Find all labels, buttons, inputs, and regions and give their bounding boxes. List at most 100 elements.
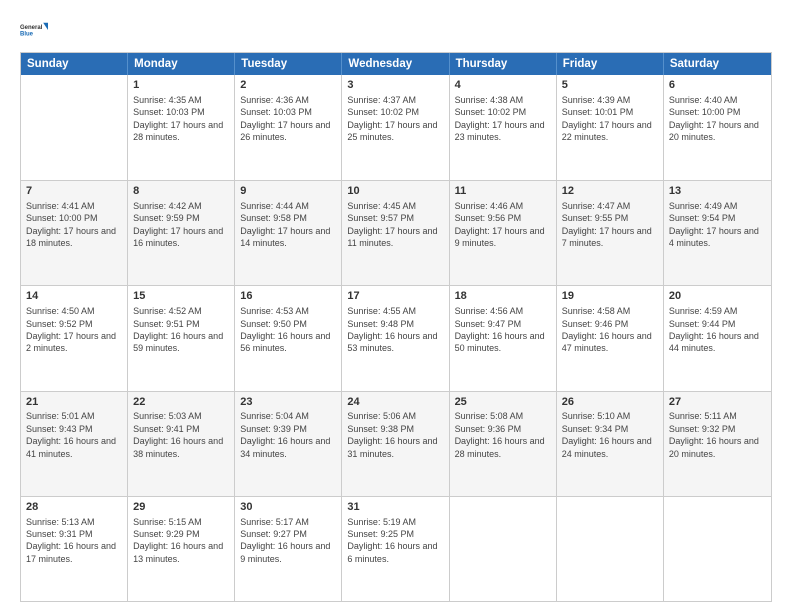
day-number: 8 bbox=[133, 184, 229, 199]
day-number: 16 bbox=[240, 289, 336, 304]
day-number: 12 bbox=[562, 184, 658, 199]
day-info: Sunrise: 5:08 AM Sunset: 9:36 PM Dayligh… bbox=[455, 410, 551, 460]
day-number: 10 bbox=[347, 184, 443, 199]
calendar-day-cell: 11Sunrise: 4:46 AM Sunset: 9:56 PM Dayli… bbox=[450, 181, 557, 285]
day-info: Sunrise: 4:58 AM Sunset: 9:46 PM Dayligh… bbox=[562, 305, 658, 355]
calendar-day-cell: 17Sunrise: 4:55 AM Sunset: 9:48 PM Dayli… bbox=[342, 286, 449, 390]
day-number: 15 bbox=[133, 289, 229, 304]
calendar-day-cell: 9Sunrise: 4:44 AM Sunset: 9:58 PM Daylig… bbox=[235, 181, 342, 285]
day-info: Sunrise: 4:47 AM Sunset: 9:55 PM Dayligh… bbox=[562, 200, 658, 250]
calendar-day-cell: 22Sunrise: 5:03 AM Sunset: 9:41 PM Dayli… bbox=[128, 392, 235, 496]
calendar-day-cell: 24Sunrise: 5:06 AM Sunset: 9:38 PM Dayli… bbox=[342, 392, 449, 496]
day-info: Sunrise: 5:01 AM Sunset: 9:43 PM Dayligh… bbox=[26, 410, 122, 460]
day-info: Sunrise: 5:17 AM Sunset: 9:27 PM Dayligh… bbox=[240, 516, 336, 566]
day-info: Sunrise: 4:38 AM Sunset: 10:02 PM Daylig… bbox=[455, 94, 551, 144]
weekday-header: Sunday bbox=[21, 53, 128, 75]
day-number: 5 bbox=[562, 78, 658, 93]
day-number: 22 bbox=[133, 395, 229, 410]
weekday-header: Monday bbox=[128, 53, 235, 75]
day-number: 20 bbox=[669, 289, 766, 304]
day-number: 29 bbox=[133, 500, 229, 515]
day-number: 26 bbox=[562, 395, 658, 410]
day-info: Sunrise: 4:52 AM Sunset: 9:51 PM Dayligh… bbox=[133, 305, 229, 355]
day-number: 17 bbox=[347, 289, 443, 304]
day-number: 31 bbox=[347, 500, 443, 515]
day-info: Sunrise: 5:19 AM Sunset: 9:25 PM Dayligh… bbox=[347, 516, 443, 566]
calendar-day-cell: 28Sunrise: 5:13 AM Sunset: 9:31 PM Dayli… bbox=[21, 497, 128, 601]
svg-text:Blue: Blue bbox=[20, 32, 34, 38]
calendar-day-cell: 10Sunrise: 4:45 AM Sunset: 9:57 PM Dayli… bbox=[342, 181, 449, 285]
day-number: 23 bbox=[240, 395, 336, 410]
calendar-day-cell: 1Sunrise: 4:35 AM Sunset: 10:03 PM Dayli… bbox=[128, 75, 235, 180]
day-number: 14 bbox=[26, 289, 122, 304]
calendar-row: 1Sunrise: 4:35 AM Sunset: 10:03 PM Dayli… bbox=[21, 75, 771, 180]
calendar-day-cell: 15Sunrise: 4:52 AM Sunset: 9:51 PM Dayli… bbox=[128, 286, 235, 390]
calendar-empty-cell bbox=[21, 75, 128, 180]
calendar-day-cell: 3Sunrise: 4:37 AM Sunset: 10:02 PM Dayli… bbox=[342, 75, 449, 180]
day-info: Sunrise: 4:53 AM Sunset: 9:50 PM Dayligh… bbox=[240, 305, 336, 355]
day-info: Sunrise: 4:40 AM Sunset: 10:00 PM Daylig… bbox=[669, 94, 766, 144]
calendar-day-cell: 14Sunrise: 4:50 AM Sunset: 9:52 PM Dayli… bbox=[21, 286, 128, 390]
day-info: Sunrise: 5:15 AM Sunset: 9:29 PM Dayligh… bbox=[133, 516, 229, 566]
day-info: Sunrise: 5:13 AM Sunset: 9:31 PM Dayligh… bbox=[26, 516, 122, 566]
day-number: 21 bbox=[26, 395, 122, 410]
calendar-day-cell: 18Sunrise: 4:56 AM Sunset: 9:47 PM Dayli… bbox=[450, 286, 557, 390]
calendar-day-cell: 31Sunrise: 5:19 AM Sunset: 9:25 PM Dayli… bbox=[342, 497, 449, 601]
logo-icon: GeneralBlue bbox=[20, 16, 48, 44]
day-info: Sunrise: 4:42 AM Sunset: 9:59 PM Dayligh… bbox=[133, 200, 229, 250]
calendar-day-cell: 6Sunrise: 4:40 AM Sunset: 10:00 PM Dayli… bbox=[664, 75, 771, 180]
day-info: Sunrise: 4:37 AM Sunset: 10:02 PM Daylig… bbox=[347, 94, 443, 144]
calendar-day-cell: 19Sunrise: 4:58 AM Sunset: 9:46 PM Dayli… bbox=[557, 286, 664, 390]
day-number: 2 bbox=[240, 78, 336, 93]
calendar-row: 21Sunrise: 5:01 AM Sunset: 9:43 PM Dayli… bbox=[21, 391, 771, 496]
calendar-day-cell: 21Sunrise: 5:01 AM Sunset: 9:43 PM Dayli… bbox=[21, 392, 128, 496]
calendar-header: SundayMondayTuesdayWednesdayThursdayFrid… bbox=[21, 53, 771, 75]
day-number: 3 bbox=[347, 78, 443, 93]
day-number: 18 bbox=[455, 289, 551, 304]
day-number: 7 bbox=[26, 184, 122, 199]
calendar-empty-cell bbox=[557, 497, 664, 601]
calendar-day-cell: 30Sunrise: 5:17 AM Sunset: 9:27 PM Dayli… bbox=[235, 497, 342, 601]
calendar-day-cell: 20Sunrise: 4:59 AM Sunset: 9:44 PM Dayli… bbox=[664, 286, 771, 390]
day-info: Sunrise: 5:04 AM Sunset: 9:39 PM Dayligh… bbox=[240, 410, 336, 460]
weekday-header: Wednesday bbox=[342, 53, 449, 75]
day-info: Sunrise: 4:44 AM Sunset: 9:58 PM Dayligh… bbox=[240, 200, 336, 250]
calendar-row: 14Sunrise: 4:50 AM Sunset: 9:52 PM Dayli… bbox=[21, 285, 771, 390]
day-number: 25 bbox=[455, 395, 551, 410]
day-info: Sunrise: 4:55 AM Sunset: 9:48 PM Dayligh… bbox=[347, 305, 443, 355]
weekday-header: Thursday bbox=[450, 53, 557, 75]
day-number: 27 bbox=[669, 395, 766, 410]
calendar-day-cell: 8Sunrise: 4:42 AM Sunset: 9:59 PM Daylig… bbox=[128, 181, 235, 285]
day-info: Sunrise: 5:11 AM Sunset: 9:32 PM Dayligh… bbox=[669, 410, 766, 460]
calendar-day-cell: 7Sunrise: 4:41 AM Sunset: 10:00 PM Dayli… bbox=[21, 181, 128, 285]
logo: GeneralBlue bbox=[20, 16, 48, 44]
day-info: Sunrise: 4:59 AM Sunset: 9:44 PM Dayligh… bbox=[669, 305, 766, 355]
calendar-day-cell: 25Sunrise: 5:08 AM Sunset: 9:36 PM Dayli… bbox=[450, 392, 557, 496]
calendar-day-cell: 4Sunrise: 4:38 AM Sunset: 10:02 PM Dayli… bbox=[450, 75, 557, 180]
weekday-header: Saturday bbox=[664, 53, 771, 75]
day-number: 19 bbox=[562, 289, 658, 304]
day-number: 28 bbox=[26, 500, 122, 515]
day-info: Sunrise: 4:50 AM Sunset: 9:52 PM Dayligh… bbox=[26, 305, 122, 355]
page: GeneralBlue SundayMondayTuesdayWednesday… bbox=[0, 0, 792, 612]
header: GeneralBlue bbox=[20, 16, 772, 44]
day-number: 4 bbox=[455, 78, 551, 93]
calendar-day-cell: 29Sunrise: 5:15 AM Sunset: 9:29 PM Dayli… bbox=[128, 497, 235, 601]
calendar-day-cell: 12Sunrise: 4:47 AM Sunset: 9:55 PM Dayli… bbox=[557, 181, 664, 285]
day-info: Sunrise: 4:46 AM Sunset: 9:56 PM Dayligh… bbox=[455, 200, 551, 250]
day-info: Sunrise: 4:45 AM Sunset: 9:57 PM Dayligh… bbox=[347, 200, 443, 250]
day-info: Sunrise: 4:56 AM Sunset: 9:47 PM Dayligh… bbox=[455, 305, 551, 355]
calendar-day-cell: 26Sunrise: 5:10 AM Sunset: 9:34 PM Dayli… bbox=[557, 392, 664, 496]
day-number: 1 bbox=[133, 78, 229, 93]
day-number: 30 bbox=[240, 500, 336, 515]
calendar-day-cell: 27Sunrise: 5:11 AM Sunset: 9:32 PM Dayli… bbox=[664, 392, 771, 496]
day-number: 6 bbox=[669, 78, 766, 93]
calendar-body: 1Sunrise: 4:35 AM Sunset: 10:03 PM Dayli… bbox=[21, 75, 771, 601]
day-info: Sunrise: 4:35 AM Sunset: 10:03 PM Daylig… bbox=[133, 94, 229, 144]
day-info: Sunrise: 5:06 AM Sunset: 9:38 PM Dayligh… bbox=[347, 410, 443, 460]
calendar: SundayMondayTuesdayWednesdayThursdayFrid… bbox=[20, 52, 772, 602]
day-number: 13 bbox=[669, 184, 766, 199]
calendar-day-cell: 13Sunrise: 4:49 AM Sunset: 9:54 PM Dayli… bbox=[664, 181, 771, 285]
calendar-day-cell: 2Sunrise: 4:36 AM Sunset: 10:03 PM Dayli… bbox=[235, 75, 342, 180]
day-info: Sunrise: 4:36 AM Sunset: 10:03 PM Daylig… bbox=[240, 94, 336, 144]
